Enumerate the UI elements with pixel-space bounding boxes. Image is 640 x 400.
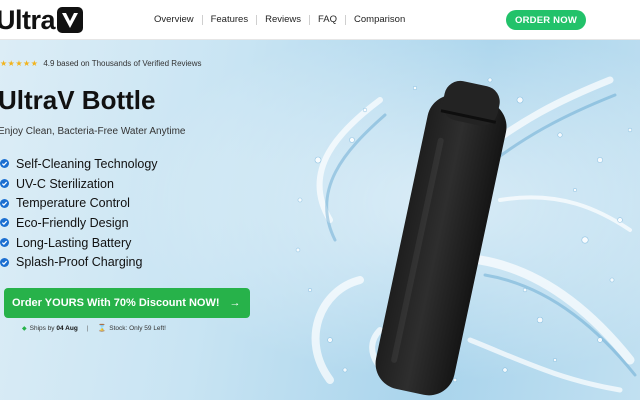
ships-date: 04 Aug (56, 324, 78, 332)
nav-link-reviews[interactable]: Reviews (257, 13, 309, 27)
rating-text: 4.9 based on Thousands of Verified Revie… (43, 59, 202, 68)
feature-label: UV-C Sterilization (16, 176, 114, 191)
feature-label: Self-Cleaning Technology (16, 156, 158, 171)
ships-prefix: Ships by (29, 324, 55, 332)
feature-label: Temperature Control (16, 196, 130, 211)
feature-label: Eco-Friendly Design (16, 215, 129, 230)
nav-link-features[interactable]: Features (203, 13, 257, 27)
product-title: UltraV Bottle (0, 85, 156, 115)
check-icon (0, 159, 9, 169)
top-navbar: Ultra Overview Features Reviews FAQ Comp… (0, 0, 640, 40)
check-icon (0, 218, 9, 228)
check-icon (0, 198, 9, 208)
stock-text: Only 59 Left! (129, 324, 166, 332)
arrow-right-icon: → (229, 297, 241, 309)
v-badge-icon (57, 7, 84, 33)
star-rating-icon: ★★★★★ (0, 59, 39, 68)
hero-section: ★★★★★ 4.9 based on Thousands of Verified… (0, 40, 640, 400)
feature-label: Long-Lasting Battery (16, 235, 132, 250)
check-icon (0, 257, 9, 267)
product-subtitle: Enjoy Clean, Bacteria-Free Water Anytime (0, 126, 186, 137)
logo-text: Ultra (0, 5, 56, 35)
order-discount-button[interactable]: Order YOURS With 70% Discount NOW! → (4, 288, 250, 318)
shipping-stock-info: ◆ Ships by 04 Aug | ⌛ Stock: Only 59 Lef… (22, 324, 166, 333)
nav-link-comparison[interactable]: Comparison (346, 13, 413, 27)
feature-item: Eco-Friendly Design (0, 213, 158, 233)
check-icon (0, 238, 9, 248)
stock-prefix: Stock: (109, 324, 128, 332)
truck-icon: ◆ (22, 325, 27, 332)
nav-link-overview[interactable]: Overview (154, 13, 202, 27)
cta-label: Order YOURS With 70% Discount NOW! (12, 297, 220, 309)
feature-list: Self-Cleaning Technology UV-C Sterilizat… (0, 154, 158, 272)
feature-item: Long-Lasting Battery (0, 233, 158, 253)
feature-item: Temperature Control (0, 193, 158, 213)
feature-item: UV-C Sterilization (0, 174, 158, 194)
feature-item: Splash-Proof Charging (0, 252, 158, 272)
feature-item: Self-Cleaning Technology (0, 154, 158, 174)
hourglass-icon: ⌛ (97, 325, 107, 332)
brand-logo[interactable]: Ultra (0, 5, 84, 35)
nav-link-faq[interactable]: FAQ (310, 13, 345, 27)
nav-links: Overview Features Reviews FAQ Comparison (154, 13, 413, 27)
check-icon (0, 179, 9, 189)
info-divider: | (86, 324, 89, 332)
feature-label: Splash-Proof Charging (16, 255, 143, 270)
order-now-button[interactable]: ORDER NOW (506, 10, 586, 30)
rating-row: ★★★★★ 4.9 based on Thousands of Verified… (0, 59, 202, 69)
